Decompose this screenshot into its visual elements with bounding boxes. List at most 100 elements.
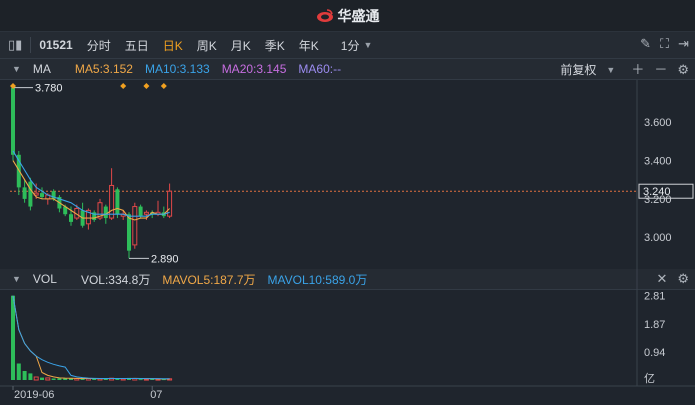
volume-bar: [161, 379, 166, 381]
volume-bar: [80, 378, 85, 380]
chevron-down-icon[interactable]: ▼: [363, 40, 372, 50]
price-tick-label: 3.000: [644, 232, 672, 244]
volume-bar: [28, 373, 33, 380]
vol-label[interactable]: VOL: [33, 272, 57, 286]
candle-body: [40, 193, 44, 197]
ma10-value: MA10:3.133: [144, 62, 210, 76]
candle-body: [33, 192, 39, 196]
volume-bar: [97, 378, 103, 381]
candle-body: [138, 206, 143, 217]
candle-body: [109, 184, 115, 219]
collapse-triangle-icon[interactable]: ▼: [12, 64, 21, 74]
candle-body: [127, 214, 131, 251]
chevron-down-icon[interactable]: ▼: [606, 65, 615, 75]
volume-bar: [127, 377, 131, 380]
volume-unit-label: 亿: [644, 372, 655, 385]
exit-panel-icon[interactable]: ⇥: [678, 36, 689, 52]
interval-select[interactable]: 1分: [341, 37, 360, 54]
close-icon[interactable]: ✕: [656, 271, 667, 287]
vol-panel-header: ▼ VOL VOL:334.8万 MAVOL5:187.7万 MAVOL10:5…: [0, 269, 695, 290]
event-marker: [143, 83, 150, 89]
symbol-code[interactable]: 01521: [39, 38, 72, 52]
candle-body: [51, 191, 56, 199]
collapse-triangle-icon[interactable]: ▼: [12, 274, 21, 284]
tab-period-3[interactable]: 日K: [163, 37, 183, 54]
ma5-line: [12, 160, 170, 221]
candle-body: [22, 187, 27, 199]
volume-bar: [143, 378, 149, 381]
candle-body: [85, 209, 91, 225]
volume-bar: [138, 379, 143, 381]
ma5-value: MA5:3.152: [74, 62, 133, 76]
title-bar: 华盛通: [0, 0, 695, 32]
x-tick-label: 07: [150, 389, 162, 401]
vol-value: VOL:334.8万: [80, 272, 151, 287]
tab-period-1[interactable]: 分时: [87, 37, 111, 54]
price-tick-label: 3.200: [644, 194, 672, 206]
volume-bar: [115, 378, 120, 380]
adjust-select[interactable]: 前复权: [560, 61, 596, 78]
minus-icon[interactable]: －: [654, 62, 667, 78]
event-marker: [160, 83, 167, 89]
fullscreen-icon[interactable]: ⛶: [660, 36, 669, 52]
volume-bar: [150, 378, 155, 380]
tab-period-7[interactable]: 年K: [299, 37, 319, 54]
price-tick-label: 3.600: [644, 117, 672, 129]
candle-body: [103, 206, 108, 219]
volume-bar: [103, 378, 108, 380]
candle-body: [45, 194, 51, 200]
toolbar-actions: ✎ ⛶ ⇥: [640, 36, 689, 52]
volume-bar: [120, 378, 126, 381]
add-icon[interactable]: ＋: [631, 62, 644, 78]
volume-bar: [155, 378, 161, 381]
candle-body: [11, 87, 15, 155]
price-tick-label: 3.400: [644, 156, 672, 168]
volume-bar: [74, 378, 80, 381]
settings-icon[interactable]: ⚙: [677, 62, 689, 78]
brand: 华盛通: [316, 6, 380, 26]
volume-bar: [63, 378, 68, 380]
settings-icon[interactable]: ⚙: [677, 271, 689, 287]
mavol10-line: [12, 295, 170, 380]
volume-tick-label: 1.87: [644, 319, 665, 331]
candle-body: [143, 211, 149, 215]
mavol5-line: [12, 295, 170, 380]
event-marker: [10, 83, 16, 89]
divider: [30, 37, 32, 53]
volume-bar: [92, 378, 97, 380]
candle-body: [80, 210, 85, 226]
volume-bar: [51, 378, 56, 380]
current-price-tag: [638, 183, 694, 199]
current-price-label: 3.240: [643, 186, 671, 198]
mavol10-value: MAVOL10:589.0万: [267, 272, 368, 287]
volume-bar: [109, 377, 115, 381]
ma-label[interactable]: MA: [33, 62, 51, 76]
low-price-label: 2.890: [151, 253, 179, 265]
tab-period-5[interactable]: 月K: [231, 37, 251, 54]
volume-bar: [16, 363, 21, 380]
sidebar-toggle-icon[interactable]: ▯▮: [8, 37, 22, 53]
volume-bar: [40, 377, 44, 380]
candle-body: [74, 207, 80, 219]
high-price-label: 3.780: [35, 83, 63, 95]
volume-bar: [69, 378, 73, 380]
volume-tick-label: 2.81: [644, 291, 665, 303]
tab-period-4[interactable]: 周K: [197, 37, 217, 54]
volume-bar: [33, 376, 39, 381]
ma60-value: MA60:--: [298, 62, 342, 76]
volume-bar: [57, 378, 62, 380]
volume-bar: [132, 378, 138, 381]
candle-body: [28, 181, 33, 207]
volume-tick-label: 0.94: [644, 347, 665, 359]
candle-body: [63, 206, 68, 215]
ma10-line: [12, 150, 170, 217]
candle-body: [16, 154, 21, 188]
candle-body: [57, 196, 62, 209]
tab-period-2[interactable]: 五日: [125, 37, 149, 54]
pencil-icon[interactable]: ✎: [640, 36, 651, 52]
volume-bar: [22, 371, 27, 380]
brand-logo-icon: [316, 8, 333, 22]
volume-bar: [45, 377, 51, 381]
tab-period-6[interactable]: 季K: [265, 37, 285, 54]
candle-body: [92, 212, 97, 220]
